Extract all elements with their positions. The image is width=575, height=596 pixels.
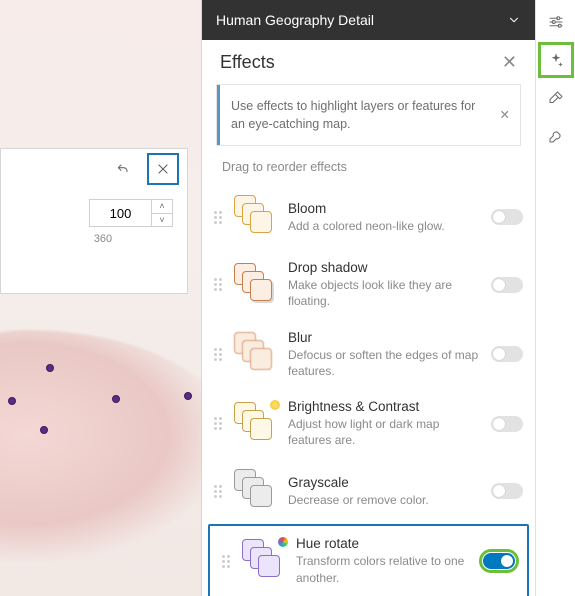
section-title: Effects	[220, 52, 275, 73]
settings-sliders-button[interactable]	[540, 6, 572, 38]
effect-title: Bloom	[288, 201, 481, 216]
landmass-shape	[0, 330, 230, 590]
chevron-down-icon	[507, 13, 521, 27]
hue-rotate-icon	[242, 539, 286, 583]
effect-row-grayscale: Grayscale Decrease or remove color.	[202, 458, 535, 524]
effect-row-bloom: Bloom Add a colored neon-like glow.	[202, 184, 535, 250]
drop-shadow-toggle[interactable]	[491, 277, 523, 293]
drag-handle[interactable]	[212, 417, 224, 430]
effect-desc: Transform colors relative to one another…	[296, 553, 473, 585]
drag-handle[interactable]	[212, 211, 224, 224]
hue-rotate-toggle[interactable]	[483, 553, 515, 569]
layer-header[interactable]: Human Geography Detail	[202, 0, 535, 40]
map-point[interactable]	[112, 395, 120, 403]
effect-desc: Make objects look like they are floating…	[288, 277, 481, 309]
close-button[interactable]	[147, 153, 179, 185]
map-point[interactable]	[8, 397, 16, 405]
effect-title: Brightness & Contrast	[288, 399, 481, 414]
dismiss-info-button[interactable]: ✕	[500, 106, 510, 124]
drop-shadow-icon	[234, 263, 278, 307]
grayscale-icon	[234, 469, 278, 513]
effect-desc: Adjust how light or dark map features ar…	[288, 416, 481, 448]
hue-rotate-settings-popup: ˄ ˅ 360	[0, 148, 188, 294]
close-panel-button[interactable]: ✕	[502, 52, 517, 73]
right-toolbar	[535, 0, 575, 596]
step-up-button[interactable]: ˄	[152, 200, 172, 214]
effect-title: Hue rotate	[296, 536, 473, 551]
grayscale-toggle[interactable]	[491, 483, 523, 499]
wrench-button[interactable]	[540, 120, 572, 152]
drag-hint: Drag to reorder effects	[202, 156, 535, 184]
hue-angle-input[interactable]	[89, 199, 151, 227]
effect-row-brightness-contrast: Brightness & Contrast Adjust how light o…	[202, 389, 535, 458]
drag-handle[interactable]	[212, 278, 224, 291]
brightness-contrast-toggle[interactable]	[491, 416, 523, 432]
effect-desc: Add a colored neon-like glow.	[288, 218, 481, 234]
effects-list: Bloom Add a colored neon-like glow.	[202, 184, 535, 596]
step-down-button[interactable]: ˅	[152, 214, 172, 227]
effect-row-blur: Blur Defocus or soften the edges of map …	[202, 320, 535, 389]
eyedropper-button[interactable]	[540, 82, 572, 114]
drag-handle[interactable]	[220, 555, 232, 568]
info-text: Use effects to highlight layers or featu…	[231, 99, 475, 131]
effect-row-hue-rotate[interactable]: Hue rotate Transform colors relative to …	[208, 524, 529, 596]
color-wheel-badge-icon	[278, 537, 288, 547]
bloom-toggle[interactable]	[491, 209, 523, 225]
effect-desc: Decrease or remove color.	[288, 492, 481, 508]
map-point[interactable]	[46, 364, 54, 372]
bloom-icon	[234, 195, 278, 239]
drag-handle[interactable]	[212, 348, 224, 361]
blur-icon	[234, 332, 278, 376]
info-callout: Use effects to highlight layers or featu…	[216, 84, 521, 146]
map-point[interactable]	[40, 426, 48, 434]
sun-badge-icon	[270, 400, 280, 410]
effects-panel: Human Geography Detail Effects ✕ Use eff…	[201, 0, 535, 596]
effect-title: Drop shadow	[288, 260, 481, 275]
effect-title: Grayscale	[288, 475, 481, 490]
effects-sparkle-button[interactable]	[540, 44, 572, 76]
layer-title: Human Geography Detail	[216, 12, 374, 28]
effect-desc: Defocus or soften the edges of map featu…	[288, 347, 481, 379]
effect-row-drop-shadow: Drop shadow Make objects look like they …	[202, 250, 535, 319]
hue-max-label: 360	[19, 227, 187, 245]
hue-angle-stepper[interactable]: ˄ ˅	[89, 199, 173, 227]
drag-handle[interactable]	[212, 485, 224, 498]
undo-button[interactable]	[107, 153, 139, 185]
blur-toggle[interactable]	[491, 346, 523, 362]
map-point[interactable]	[184, 392, 192, 400]
effect-title: Blur	[288, 330, 481, 345]
brightness-contrast-icon	[234, 402, 278, 446]
